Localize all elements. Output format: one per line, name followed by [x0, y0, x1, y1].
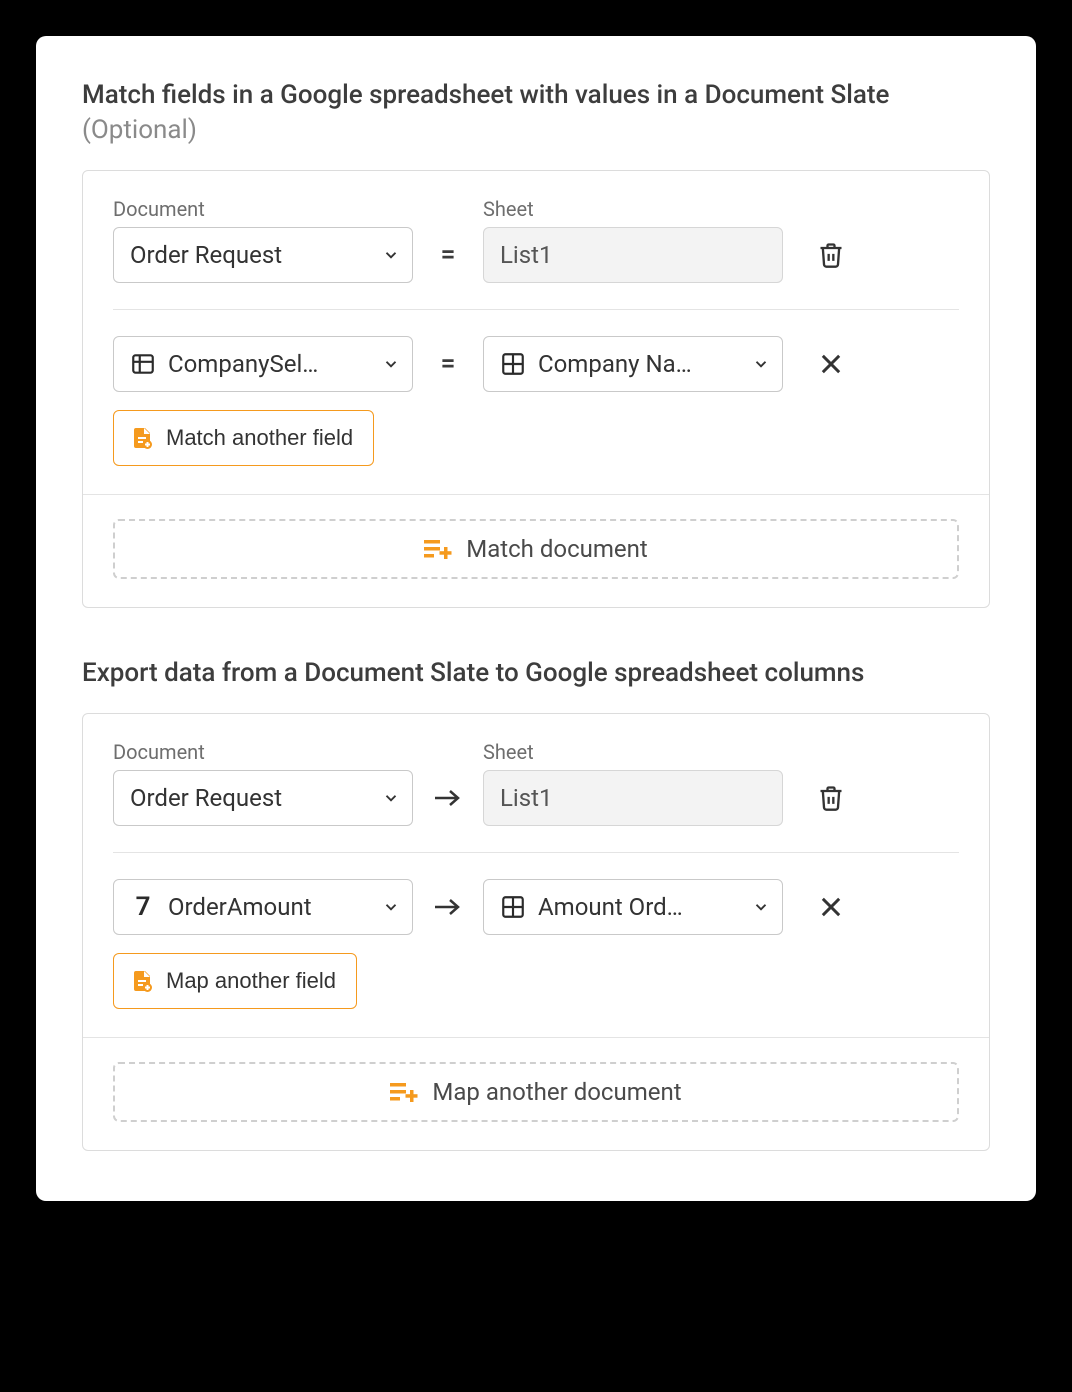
- match-panel: Document Sheet Order Request = List1: [82, 170, 990, 608]
- sheet-field-select[interactable]: Company Na…: [483, 336, 783, 392]
- map-another-document-button[interactable]: Map another document: [113, 1062, 959, 1122]
- add-document-icon: [130, 425, 154, 451]
- sheet-field-select[interactable]: Amount Ord…: [483, 879, 783, 935]
- document-field-select[interactable]: CompanySel…: [113, 336, 413, 392]
- match-doc-row: Order Request = List1: [113, 227, 959, 283]
- chevron-down-icon: [382, 789, 400, 807]
- close-icon: [817, 893, 845, 921]
- match-field-row: CompanySel… = Company Na…: [113, 336, 959, 392]
- chevron-down-icon: [382, 355, 400, 373]
- map-another-field-label: Map another field: [166, 968, 336, 994]
- sheet-value: List1: [500, 784, 553, 812]
- number-icon: 7: [130, 894, 156, 920]
- divider: [113, 309, 959, 310]
- grid-icon: [500, 351, 526, 377]
- match-panel-footer: Match document: [83, 494, 989, 607]
- document-label: Document: [113, 197, 413, 221]
- trash-icon: [817, 784, 845, 812]
- optional-label: (Optional): [82, 115, 197, 145]
- match-labels-row: Document Sheet: [113, 197, 959, 221]
- match-another-field-button[interactable]: Match another field: [113, 410, 374, 466]
- equals-icon: =: [413, 240, 483, 270]
- map-another-document-label: Map another document: [432, 1078, 681, 1106]
- chevron-down-icon: [752, 355, 770, 373]
- chevron-down-icon: [752, 898, 770, 916]
- chevron-down-icon: [382, 246, 400, 264]
- match-section-title: Match fields in a Google spreadsheet wit…: [82, 78, 990, 148]
- map-another-field-button[interactable]: Map another field: [113, 953, 357, 1009]
- match-document-button[interactable]: Match document: [113, 519, 959, 579]
- document-label: Document: [113, 740, 413, 764]
- sheet-readonly: List1: [483, 227, 783, 283]
- divider: [113, 852, 959, 853]
- close-icon: [817, 350, 845, 378]
- document-select-value: Order Request: [130, 241, 374, 269]
- export-panel-body: Document Sheet Order Request List1: [83, 714, 989, 1037]
- sheet-readonly: List1: [483, 770, 783, 826]
- settings-card: Match fields in a Google spreadsheet wit…: [36, 36, 1036, 1201]
- document-field-value: CompanySel…: [168, 350, 318, 378]
- delete-mapping-button[interactable]: [809, 776, 853, 820]
- export-section-title: Export data from a Document Slate to Goo…: [82, 656, 990, 691]
- document-select-value: Order Request: [130, 784, 374, 812]
- equals-icon: =: [413, 349, 483, 379]
- sheet-field-value: Company Na…: [538, 350, 692, 378]
- remove-field-button[interactable]: [809, 342, 853, 386]
- match-panel-body: Document Sheet Order Request = List1: [83, 171, 989, 494]
- export-panel-footer: Map another document: [83, 1037, 989, 1150]
- export-panel: Document Sheet Order Request List1: [82, 713, 990, 1151]
- export-labels-row: Document Sheet: [113, 740, 959, 764]
- match-another-field-label: Match another field: [166, 425, 353, 451]
- list-add-icon: [424, 538, 452, 560]
- sheet-label: Sheet: [483, 197, 534, 221]
- grid-icon: [500, 894, 526, 920]
- remove-field-button[interactable]: [809, 885, 853, 929]
- add-document-icon: [130, 968, 154, 994]
- arrow-right-icon: [413, 786, 483, 810]
- chevron-down-icon: [382, 898, 400, 916]
- sheet-field-value: Amount Ord…: [538, 893, 683, 921]
- document-field-value: OrderAmount: [168, 893, 312, 921]
- delete-mapping-button[interactable]: [809, 233, 853, 277]
- match-document-label: Match document: [466, 535, 648, 563]
- list-add-icon: [390, 1081, 418, 1103]
- document-select[interactable]: Order Request: [113, 770, 413, 826]
- document-select[interactable]: Order Request: [113, 227, 413, 283]
- form-field-icon: [130, 351, 156, 377]
- trash-icon: [817, 241, 845, 269]
- match-title-text: Match fields in a Google spreadsheet wit…: [82, 80, 890, 110]
- document-field-select[interactable]: 7 OrderAmount: [113, 879, 413, 935]
- export-title-text: Export data from a Document Slate to Goo…: [82, 658, 864, 688]
- export-doc-row: Order Request List1: [113, 770, 959, 826]
- sheet-label: Sheet: [483, 740, 534, 764]
- sheet-value: List1: [500, 241, 553, 269]
- arrow-right-icon: [413, 895, 483, 919]
- export-field-row: 7 OrderAmount Amount Ord…: [113, 879, 959, 935]
